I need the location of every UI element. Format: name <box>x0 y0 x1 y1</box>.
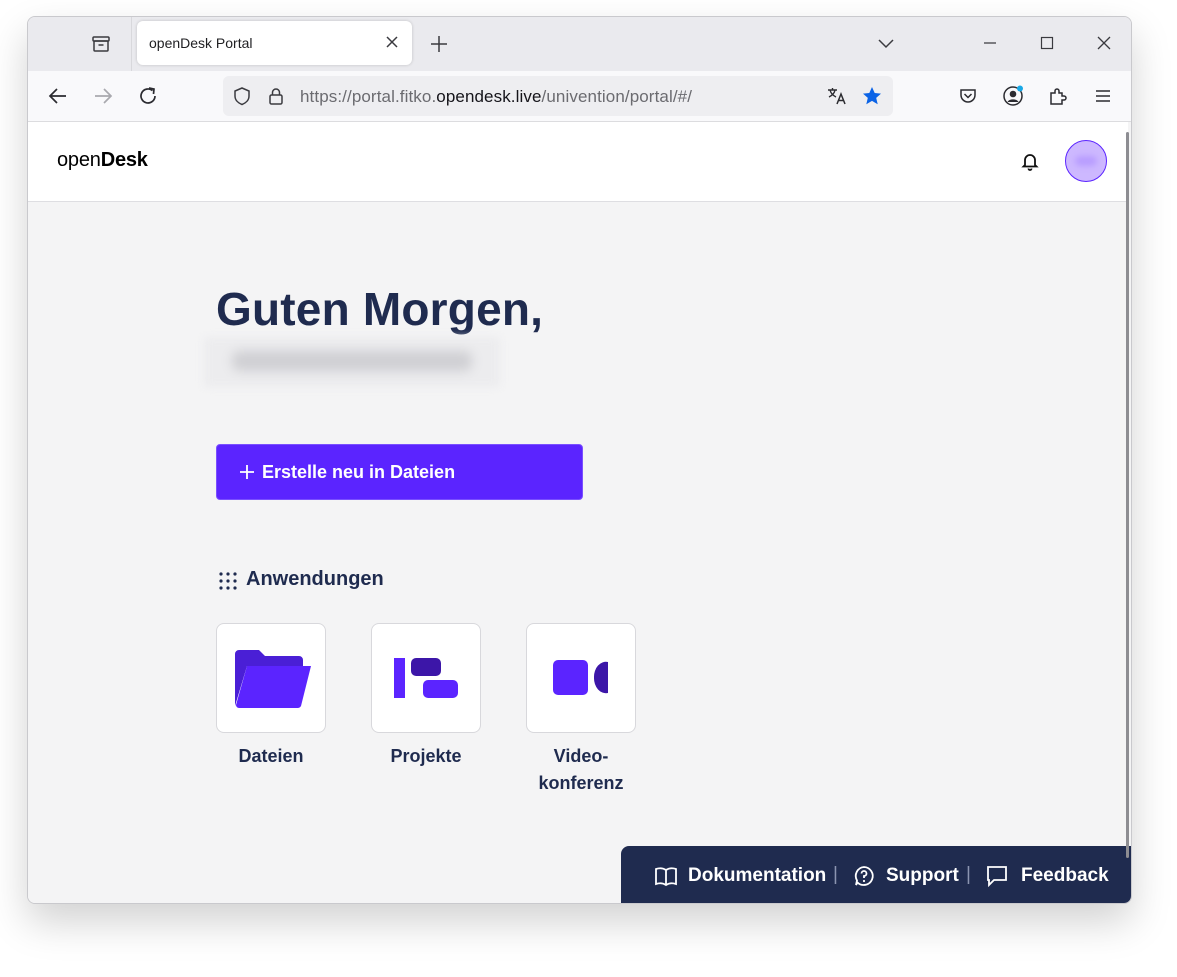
comment-icon <box>987 866 1007 887</box>
tab-divider <box>131 17 132 71</box>
app-tile-projects[interactable] <box>371 623 481 733</box>
help-icon <box>854 866 874 886</box>
scrollbar[interactable] <box>1126 132 1129 858</box>
footer-bar: Dokumentation | Support | Feedback <box>621 846 1131 903</box>
page-content: openDesk Guten Morgen, Erstelle neu in D… <box>28 122 1131 903</box>
url-bar[interactable]: https://portal.fitko.opendesk.live/unive… <box>223 76 893 116</box>
minimize-icon[interactable] <box>980 33 1000 53</box>
app-header: openDesk <box>28 122 1128 202</box>
greeting-heading: Guten Morgen, <box>216 283 544 335</box>
footer-separator: | <box>833 864 838 885</box>
applications-heading-label: Anwendungen <box>246 568 384 590</box>
extensions-icon[interactable] <box>1046 84 1070 108</box>
close-icon[interactable] <box>384 34 400 50</box>
menu-icon[interactable] <box>1091 84 1115 108</box>
book-icon <box>655 867 677 887</box>
opendesk-logo[interactable]: openDesk <box>57 149 148 172</box>
user-name-redacted <box>204 337 500 387</box>
navigation-bar: https://portal.fitko.opendesk.live/unive… <box>28 71 1131 122</box>
plus-icon <box>239 464 255 480</box>
lock-icon[interactable] <box>265 85 287 107</box>
app-tile-video-conference[interactable] <box>526 623 636 733</box>
window-close-icon[interactable] <box>1094 33 1114 53</box>
video-camera-icon <box>553 660 608 695</box>
feedback-label: Feedback <box>1021 865 1109 886</box>
tab-strip: openDesk Portal <box>28 17 1131 71</box>
support-label: Support <box>886 865 959 886</box>
url-text[interactable]: https://portal.fitko.opendesk.live/unive… <box>300 87 692 107</box>
pocket-icon[interactable] <box>956 84 980 108</box>
create-button-label: Erstelle neu in Dateien <box>262 462 456 482</box>
chevron-down-icon[interactable] <box>876 33 896 53</box>
feedback-link[interactable]: Feedback <box>986 864 1109 888</box>
documentation-link[interactable]: Dokumentation <box>654 864 826 888</box>
tab-title: openDesk Portal <box>149 35 253 51</box>
create-new-in-files-button[interactable]: Erstelle neu in Dateien <box>216 444 583 500</box>
folder-icon <box>235 650 311 709</box>
projects-icon <box>394 658 458 698</box>
app-tile-files[interactable] <box>216 623 326 733</box>
support-link[interactable]: Support <box>853 864 959 888</box>
app-label-files[interactable]: Dateien <box>201 743 341 770</box>
documentation-label: Dokumentation <box>688 865 827 886</box>
new-tab-icon[interactable] <box>428 33 450 55</box>
maximize-icon[interactable] <box>1037 33 1057 53</box>
browser-window: openDesk Portal https://portal.fitko.ope… <box>27 16 1132 904</box>
back-arrow-icon[interactable] <box>46 84 70 108</box>
account-icon[interactable] <box>1001 84 1025 108</box>
footer-separator: | <box>966 864 971 885</box>
translate-icon[interactable] <box>826 85 848 107</box>
reload-icon[interactable] <box>136 84 160 108</box>
app-label-video-conference[interactable]: Video-konferenz <box>511 743 651 797</box>
forward-arrow-icon[interactable] <box>91 84 115 108</box>
bookmark-star-icon[interactable] <box>861 85 883 107</box>
app-label-projects[interactable]: Projekte <box>356 743 496 770</box>
tab-manager-icon[interactable] <box>90 33 112 55</box>
bell-icon[interactable] <box>1019 150 1041 172</box>
grid-icon <box>218 571 238 591</box>
tab-active[interactable]: openDesk Portal <box>137 21 412 65</box>
shield-icon[interactable] <box>231 85 253 107</box>
avatar[interactable] <box>1065 140 1107 182</box>
